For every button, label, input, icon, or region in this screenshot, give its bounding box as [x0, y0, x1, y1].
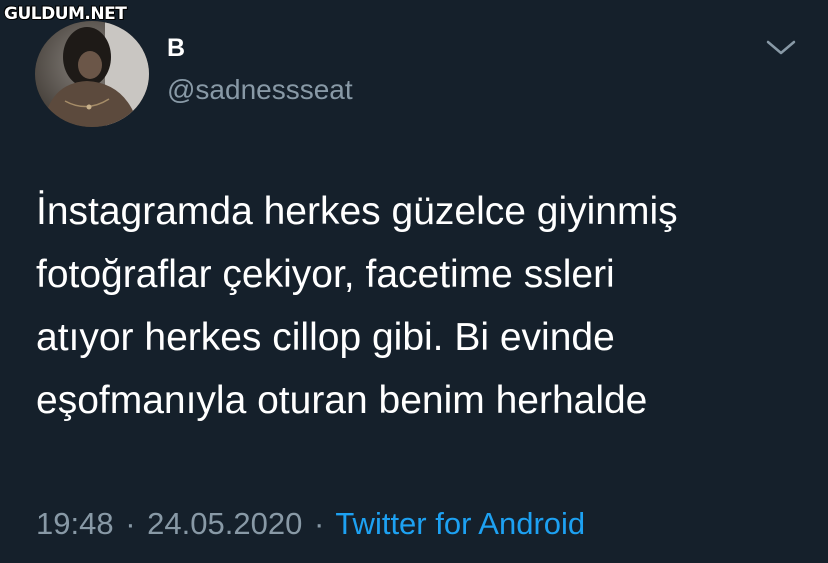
tweet-text-line: atıyor herkes cillop gibi. Bi evinde [36, 316, 615, 359]
watermark-logo: GULDUM.NET [4, 4, 127, 24]
tweet-time: 19:48 [36, 506, 114, 541]
profile-photo [35, 21, 149, 127]
tweet-date: 24.05.2020 [147, 506, 303, 541]
user-handle[interactable]: @sadnessseat [167, 73, 353, 107]
tweet-text-line: fotoğraflar çekiyor, facetime ssleri [36, 253, 615, 296]
meta-separator: · [125, 506, 136, 541]
tweet-text-line: İnstagramda herkes güzelce giyinmiş [36, 190, 678, 233]
tweet-text-line: eşofmanıyla oturan benim herhalde [36, 379, 648, 422]
chevron-down-icon[interactable] [765, 36, 797, 60]
tweet-source-link[interactable]: Twitter for Android [335, 506, 585, 541]
meta-separator: · [313, 506, 325, 541]
tweet-meta: 19:48 · 24.05.2020 · Twitter for Android [36, 504, 585, 544]
avatar[interactable] [35, 21, 149, 127]
display-name[interactable]: B [167, 33, 185, 63]
tweet-text: İnstagramda herkes güzelce giyinmiş foto… [36, 180, 816, 432]
